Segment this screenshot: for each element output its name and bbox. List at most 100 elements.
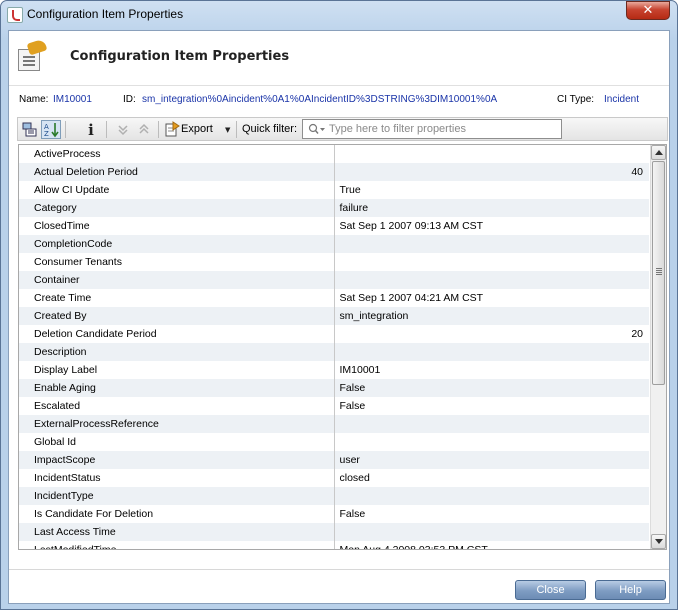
svg-text:Z: Z — [44, 130, 49, 138]
property-name: Global Id — [19, 433, 335, 451]
quick-filter-box[interactable] — [302, 119, 562, 139]
move-up-icon[interactable] — [134, 120, 154, 139]
dialog-window: Configuration Item Properties ✕ Configur… — [0, 0, 678, 610]
property-name: ImpactScope — [19, 451, 335, 469]
table-row[interactable]: Create Time Sat Sep 1 2007 04:21 AM CST — [19, 289, 649, 307]
table-row[interactable]: Allow CI Update True — [19, 181, 649, 199]
help-button[interactable]: Help — [595, 580, 666, 600]
table-row[interactable]: IncidentType — [19, 487, 649, 505]
table-row[interactable]: Enable Aging False — [19, 379, 649, 397]
property-value: False — [334, 505, 649, 523]
properties-table: ActiveProcess Actual Deletion Period 40 All… — [18, 144, 667, 550]
chevron-down-icon: ▼ — [225, 126, 231, 134]
property-value: Sat Sep 1 2007 09:13 AM CST — [334, 217, 649, 235]
property-name: Category — [19, 199, 335, 217]
close-button[interactable]: Close — [515, 580, 586, 600]
property-value — [334, 433, 649, 451]
quick-filter-label: Quick filter: — [242, 123, 298, 135]
search-icon — [308, 123, 325, 134]
scroll-down-arrow-icon[interactable] — [651, 534, 666, 549]
scroll-up-arrow-icon[interactable] — [651, 145, 666, 160]
name-label: Name: — [19, 94, 49, 105]
categorized-view-button[interactable] — [20, 120, 40, 139]
table-row[interactable]: Is Candidate For Deletion False — [19, 505, 649, 523]
property-value: IM10001 — [334, 361, 649, 379]
table-row[interactable]: ExternalProcessReference — [19, 415, 649, 433]
table-row[interactable]: Category failure — [19, 199, 649, 217]
property-value — [334, 487, 649, 505]
properties-table-body: ActiveProcess Actual Deletion Period 40 All… — [19, 145, 649, 549]
property-value: sm_integration — [334, 307, 649, 325]
property-name: Allow CI Update — [19, 181, 335, 199]
property-value — [334, 271, 649, 289]
name-value: IM10001 — [53, 94, 92, 105]
table-row[interactable]: Deletion Candidate Period 20 — [19, 325, 649, 343]
property-value — [334, 343, 649, 361]
table-row[interactable]: IncidentStatus closed — [19, 469, 649, 487]
property-value — [334, 253, 649, 271]
export-menu-button[interactable]: Export ▼ — [163, 120, 233, 139]
property-value — [334, 415, 649, 433]
table-row[interactable]: Description — [19, 343, 649, 361]
table-row[interactable]: ActiveProcess — [19, 145, 649, 163]
sort-alphabetical-button[interactable]: A Z — [41, 120, 61, 139]
table-row[interactable]: LastModifiedTime Mon Aug 4 2008 03:53 PM … — [19, 541, 649, 549]
table-row[interactable]: Last Access Time — [19, 523, 649, 541]
scrollbar-thumb[interactable] — [652, 161, 665, 385]
property-name: ActiveProcess — [19, 145, 335, 163]
table-row[interactable]: Created By sm_integration — [19, 307, 649, 325]
properties-toolbar: A Z i Export ▼ Quick filter: Type here t… — [17, 117, 668, 141]
quick-filter-input[interactable] — [329, 122, 557, 136]
property-value: user — [334, 451, 649, 469]
property-name: Deletion Candidate Period — [19, 325, 335, 343]
property-value: Sat Sep 1 2007 04:21 AM CST — [334, 289, 649, 307]
ci-type-label: CI Type: — [557, 94, 595, 105]
table-row[interactable]: Global Id — [19, 433, 649, 451]
properties-hand-icon — [18, 38, 48, 71]
id-value: sm_integration%0Aincident%0A1%0AIncident… — [142, 94, 498, 105]
property-name: Enable Aging — [19, 379, 335, 397]
table-row[interactable]: CompletionCode — [19, 235, 649, 253]
property-value — [334, 145, 649, 163]
property-value: Mon Aug 4 2008 03:53 PM CST — [334, 541, 649, 549]
move-down-icon[interactable] — [113, 120, 133, 139]
ci-info-row: Name: IM10001 ID: sm_integration%0Aincid… — [9, 94, 669, 110]
sort-az-icon: A Z — [44, 123, 59, 138]
property-value: 20 — [334, 325, 649, 343]
property-name: ExternalProcessReference — [19, 415, 335, 433]
table-row[interactable]: ClosedTime Sat Sep 1 2007 09:13 AM CST — [19, 217, 649, 235]
property-name: Escalated — [19, 397, 335, 415]
property-value: False — [334, 397, 649, 415]
header-title: Configuration Item Properties — [70, 49, 290, 64]
property-name: Consumer Tenants — [19, 253, 335, 271]
property-name: Created By — [19, 307, 335, 325]
ci-type-value: Incident — [604, 94, 640, 105]
window-close-button[interactable]: ✕ — [626, 1, 670, 20]
property-name: ClosedTime — [19, 217, 335, 235]
property-name: IncidentType — [19, 487, 335, 505]
property-name: Is Candidate For Deletion — [19, 505, 335, 523]
table-row[interactable]: Actual Deletion Period 40 — [19, 163, 649, 181]
table-row[interactable]: ImpactScope user — [19, 451, 649, 469]
table-row[interactable]: Consumer Tenants — [19, 253, 649, 271]
title-bar[interactable]: Configuration Item Properties ✕ — [1, 1, 677, 30]
table-row[interactable]: Escalated False — [19, 397, 649, 415]
property-name: IncidentStatus — [19, 469, 335, 487]
property-name: Display Label — [19, 361, 335, 379]
property-name: LastModifiedTime — [19, 541, 335, 549]
footer-divider — [9, 569, 669, 570]
property-value: False — [334, 379, 649, 397]
info-icon[interactable]: i — [81, 120, 101, 139]
export-icon — [165, 121, 180, 137]
categorized-icon — [22, 122, 37, 137]
dialog-client-area: Configuration Item Properties Name: IM10… — [8, 30, 670, 604]
table-row[interactable]: Display Label IM10001 — [19, 361, 649, 379]
property-name: CompletionCode — [19, 235, 335, 253]
java-app-icon — [7, 7, 23, 23]
window-title: Configuration Item Properties — [27, 7, 184, 21]
vertical-scrollbar[interactable] — [650, 145, 666, 549]
property-name: Last Access Time — [19, 523, 335, 541]
table-row[interactable]: Container — [19, 271, 649, 289]
property-value: True — [334, 181, 649, 199]
property-name: Description — [19, 343, 335, 361]
